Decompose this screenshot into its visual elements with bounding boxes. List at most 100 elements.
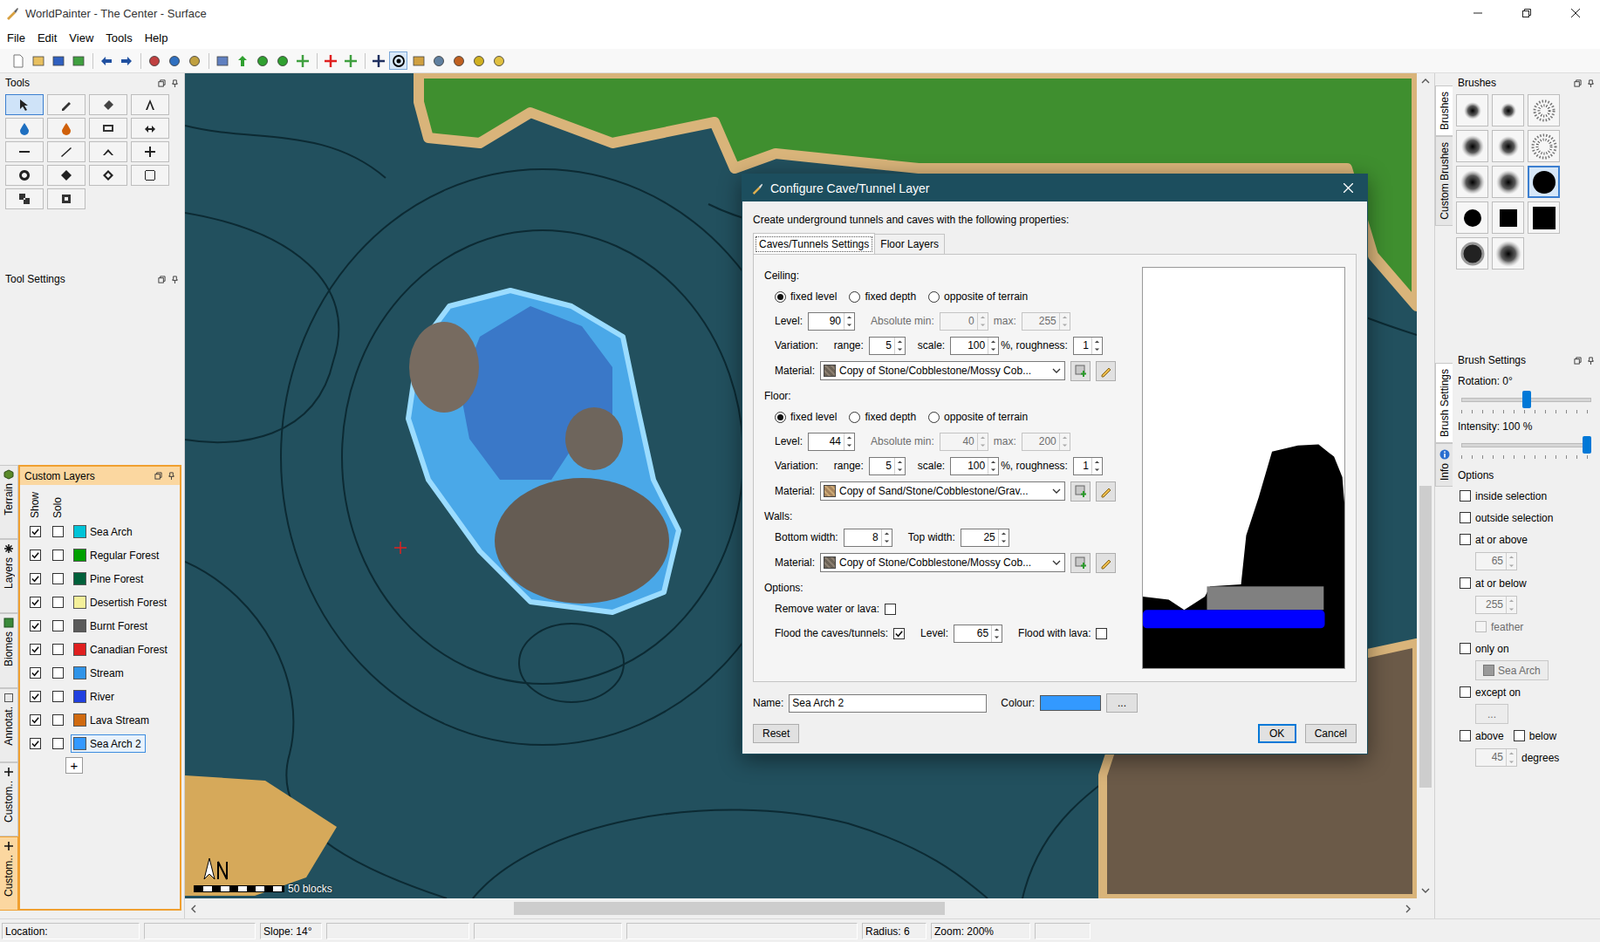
layer-button[interactable]: Lava Stream: [70, 711, 154, 730]
side-tab[interactable]: Custom Brushes: [1435, 136, 1453, 226]
pin-icon[interactable]: [167, 471, 176, 480]
mode-option[interactable]: fixed depth: [848, 290, 917, 303]
option-checkbox[interactable]: [1513, 730, 1525, 742]
layer-button[interactable]: Stream: [70, 663, 129, 683]
absolute-min-spinner[interactable]: 0: [939, 312, 989, 331]
option-row[interactable]: at or below: [1452, 572, 1600, 595]
mode-option[interactable]: fixed level: [774, 410, 837, 424]
brush-button[interactable]: [1456, 237, 1489, 270]
absolute-max-spinner[interactable]: 200: [1021, 432, 1071, 452]
solo-checkbox[interactable]: [52, 643, 64, 656]
menu-item[interactable]: Help: [138, 27, 175, 48]
tool-button[interactable]: [130, 141, 170, 163]
option-checkbox[interactable]: [1459, 512, 1471, 524]
tool-button[interactable]: [130, 164, 170, 186]
option-checkbox[interactable]: [1459, 730, 1471, 742]
float-icon[interactable]: [154, 471, 163, 480]
side-tab[interactable]: Biomes: [0, 613, 19, 688]
toolbar-button[interactable]: [293, 51, 312, 70]
spin-up-icon[interactable]: [977, 313, 988, 322]
slider-thumb[interactable]: [1582, 436, 1592, 454]
tool-button[interactable]: [88, 164, 128, 186]
spin-up-icon[interactable]: [977, 433, 988, 443]
side-tab[interactable]: Custom..: [0, 836, 19, 911]
brush-button[interactable]: [1491, 129, 1525, 163]
spin-down-icon[interactable]: [991, 633, 1002, 643]
toolbar-button[interactable]: [252, 51, 272, 70]
brush-button[interactable]: [1491, 201, 1525, 234]
brush-button[interactable]: [1527, 129, 1560, 163]
spin-up-icon[interactable]: [1506, 749, 1517, 759]
show-checkbox[interactable]: [29, 667, 42, 679]
spin-up-icon[interactable]: [1506, 553, 1517, 562]
side-tab[interactable]: Brush Settings: [1435, 362, 1453, 444]
side-tab[interactable]: Custom..: [0, 762, 19, 837]
toolbar-button[interactable]: [469, 51, 488, 70]
mode-radio[interactable]: [928, 291, 940, 303]
roughness-spinner[interactable]: 1: [1073, 457, 1103, 476]
toolbar-button[interactable]: [96, 51, 116, 70]
mode-radio[interactable]: [848, 411, 861, 424]
side-tab[interactable]: Layers: [0, 539, 19, 614]
edit-material-button[interactable]: [1095, 553, 1116, 574]
toolbar-button[interactable]: [212, 51, 232, 70]
option-spinner[interactable]: 255: [1475, 595, 1518, 615]
show-checkbox[interactable]: [29, 549, 42, 561]
edit-material-button[interactable]: [1095, 481, 1116, 502]
spin-down-icon[interactable]: [895, 465, 905, 475]
layer-row[interactable]: Pine Forest: [20, 567, 180, 591]
tool-button[interactable]: [88, 117, 128, 139]
flood-lava-checkbox[interactable]: [1095, 628, 1108, 640]
material-dropdown[interactable]: Copy of Stone/Cobblestone/Mossy Cob...: [820, 553, 1066, 573]
spin-down-icon[interactable]: [1092, 465, 1102, 475]
spin-up-icon[interactable]: [844, 313, 855, 322]
layer-row[interactable]: Lava Stream: [20, 708, 180, 732]
layer-row[interactable]: Stream: [20, 661, 180, 685]
scroll-down-icon[interactable]: [1421, 888, 1430, 894]
brush-button[interactable]: [1491, 94, 1525, 127]
spin-up-icon[interactable]: [1059, 313, 1070, 322]
range-spinner[interactable]: 5: [868, 457, 906, 476]
layer-row[interactable]: Regular Forest: [20, 543, 180, 568]
brush-button[interactable]: [1527, 94, 1560, 127]
toolbar-button[interactable]: [184, 51, 204, 70]
add-material-button[interactable]: [1070, 481, 1091, 502]
float-icon[interactable]: [157, 275, 166, 284]
option-button[interactable]: ...: [1475, 704, 1509, 725]
spin-down-icon[interactable]: [1092, 345, 1102, 355]
spin-down-icon[interactable]: [988, 345, 999, 355]
spin-down-icon[interactable]: [1506, 758, 1517, 767]
tool-button[interactable]: [47, 188, 86, 210]
menu-item[interactable]: Edit: [31, 27, 63, 48]
brush-button[interactable]: [1456, 165, 1489, 199]
layer-row[interactable]: Desertish Forest: [20, 590, 180, 615]
toolbar-button[interactable]: [232, 51, 252, 70]
toolbar-button[interactable]: [273, 51, 292, 70]
spin-up-icon[interactable]: [844, 433, 855, 443]
side-tab[interactable]: Info: [1435, 443, 1453, 487]
minimize-button[interactable]: [1453, 0, 1503, 27]
toolbar-button[interactable]: [8, 51, 28, 70]
scroll-thumb[interactable]: [1419, 485, 1432, 788]
tool-button[interactable]: [5, 188, 44, 210]
option-checkbox[interactable]: [1459, 642, 1471, 655]
spin-down-icon[interactable]: [977, 321, 988, 330]
toolbar-button[interactable]: [389, 51, 408, 70]
menu-item[interactable]: View: [62, 27, 100, 48]
option-row[interactable]: except on: [1452, 681, 1600, 704]
spin-down-icon[interactable]: [977, 441, 988, 451]
dialog-tab[interactable]: Caves/Tunnels Settings: [752, 232, 876, 254]
dialog-button[interactable]: Cancel: [1305, 724, 1357, 744]
tool-button[interactable]: [47, 94, 86, 116]
slider[interactable]: [1461, 436, 1592, 461]
spin-down-icon[interactable]: [1059, 321, 1070, 330]
add-layer-button[interactable]: +: [65, 757, 83, 774]
scroll-right-icon[interactable]: [1405, 904, 1411, 914]
solo-checkbox[interactable]: [52, 526, 64, 538]
material-dropdown[interactable]: Copy of Stone/Cobblestone/Mossy Cob...: [820, 361, 1066, 381]
spin-down-icon[interactable]: [1059, 441, 1070, 451]
tool-button[interactable]: [5, 94, 44, 116]
edit-material-button[interactable]: [1095, 361, 1116, 382]
brush-button[interactable]: [1491, 165, 1525, 199]
tool-button[interactable]: [88, 141, 128, 163]
